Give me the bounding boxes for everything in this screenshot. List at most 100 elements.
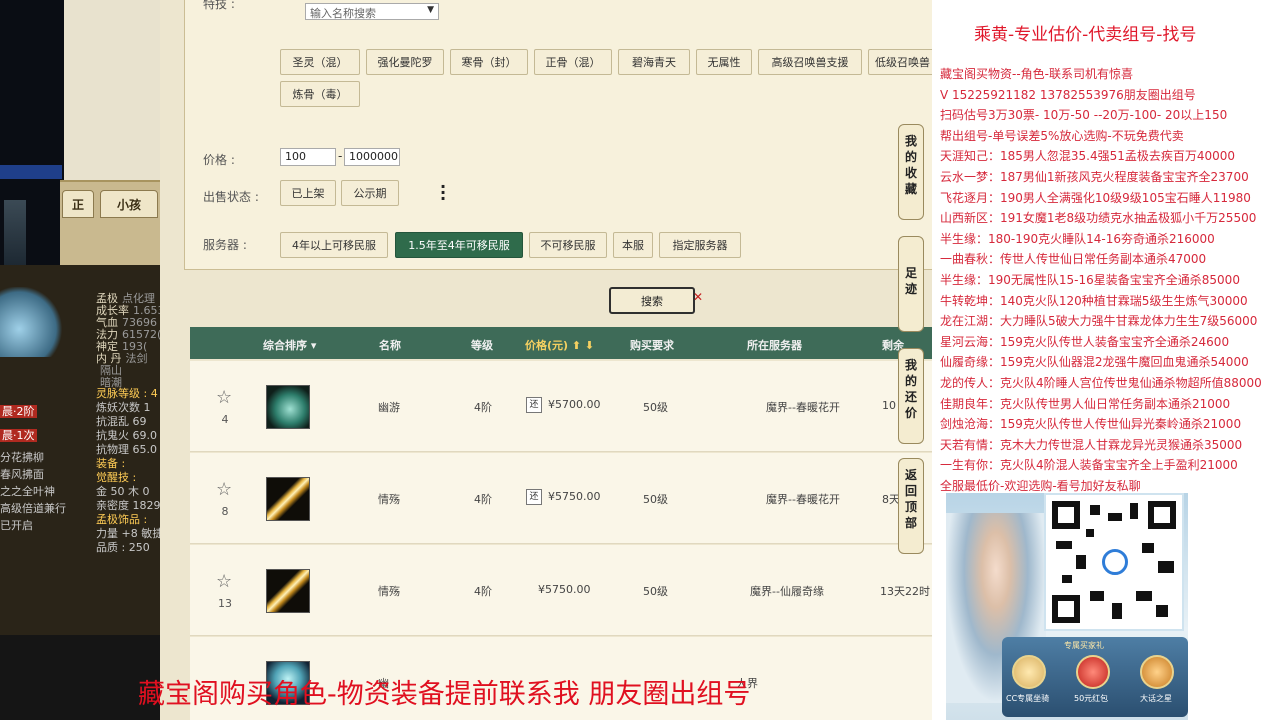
price-range-dash: - (338, 149, 343, 163)
game-tab-child[interactable]: 小孩 (100, 190, 158, 218)
header-server: 所在服务器 (747, 339, 802, 352)
side-tab-favorites[interactable]: 我的收藏 (898, 124, 924, 220)
pet-detail-line: 抗物理 65.0 (96, 443, 157, 456)
skill-button-7[interactable]: 低级召唤兽 (868, 49, 932, 75)
info-line: 帮出组号-单号误差5%放心选购-不玩免费代卖 (940, 128, 1184, 143)
price-min-input[interactable]: 100 (280, 148, 336, 166)
pet-detail-line: 亲密度 1829 (96, 499, 160, 512)
info-line: V 15225921182 13782553976朋友圈出组号 (940, 87, 1196, 102)
game-window-background (64, 0, 160, 180)
table-row[interactable]: ☆ 8 情殇 4阶 还 ¥5750.00 50级 魔界--春暖花开 8天 (190, 453, 932, 544)
favorite-count: 13 (218, 597, 232, 610)
header-name: 名称 (379, 339, 401, 352)
favorite-icon[interactable]: ☆ (216, 573, 232, 591)
skill-button-1[interactable]: 强化曼陀罗 (366, 49, 444, 75)
qr-logo-icon (1102, 549, 1128, 575)
header-level: 等级 (471, 339, 493, 352)
item-name[interactable]: 情殇 (378, 583, 400, 599)
server-button-2[interactable]: 不可移民服 (529, 232, 607, 258)
chevron-down-icon: ▼ (427, 5, 434, 15)
pet-skill: 高级倍道兼行 (0, 502, 66, 515)
table-row[interactable]: ☆ 13 情殇 4阶 ¥5750.00 50级 魔界--仙履奇缘 13天22时 (190, 545, 932, 636)
sale-notice-button[interactable]: 公示期 (341, 180, 399, 206)
item-image[interactable] (266, 569, 310, 613)
pet-detail-line: 觉醒技 : (96, 471, 137, 484)
favorite-count: 4 (221, 413, 229, 426)
skill-button-5[interactable]: 无属性 (696, 49, 752, 75)
skill-button-3[interactable]: 正骨（混） (534, 49, 612, 75)
side-tab-my-offers[interactable]: 我的还价 (898, 348, 924, 444)
table-row[interactable]: ☆ 4 幽游 4阶 还 ¥5700.00 50级 魔界--春暖花开 10 (190, 361, 932, 452)
header-sort[interactable]: 综合排序 ▾ (263, 337, 316, 353)
info-line: 扫码估号3万30票- 10万-50 --20万-100- 20以上150 (940, 108, 1228, 123)
favorite-icon[interactable]: ☆ (216, 481, 232, 499)
pet-tag-label: 晨·2阶 (0, 405, 37, 418)
market-window: 特技 : 输入名称搜索 ▼ 圣灵（混） 强化曼陀罗 寒骨（封） 正骨（混） 碧海… (160, 0, 932, 720)
search-button[interactable]: 搜索 (609, 287, 695, 314)
item-requirement: 50级 (643, 585, 668, 598)
skill-button-6[interactable]: 高级召唤兽支援 (758, 49, 862, 75)
favorite-icon[interactable]: ☆ (216, 389, 232, 407)
pet-info-panel: 孟极点化理成长率1.653气血73696法力61572(神定193(内 丹法剑隔… (0, 265, 160, 635)
item-name[interactable]: 幽游 (378, 399, 400, 415)
server-button-4[interactable]: 指定服务器 (659, 232, 741, 258)
item-price: 还 ¥5700.00 (526, 397, 601, 413)
side-tab-back-to-top-label: 返回顶部 (904, 468, 917, 530)
promo-banner: 专属买家礼 CC专属坐骑 50元红包 大话之星 (946, 493, 1188, 720)
pet-detail-line: 抗鬼火 69.0 (96, 429, 157, 442)
info-line: 飞花逐月：190男人全满强化10级9级105宝石睡人11980 (940, 190, 1251, 205)
results-table-header: 综合排序 ▾ 名称 等级 价格(元) ⬆ ⬇ 购买要求 所在服务器 剩余 (190, 327, 932, 359)
item-name[interactable]: 情殇 (378, 491, 400, 507)
item-server: 魔界--仙履奇缘 (750, 585, 824, 598)
counter-offer-icon[interactable]: 还 (526, 489, 542, 505)
server-button-3[interactable]: 本服 (613, 232, 653, 258)
server-label: 服务器 : (203, 238, 247, 252)
info-line: 龙的传人：克火队4阶睡人宫位传世鬼仙通杀物超所值88000 (940, 376, 1262, 390)
skill-button-4[interactable]: 碧海青天 (618, 49, 690, 75)
game-tab-zheng[interactable]: 正 (62, 190, 94, 218)
pet-tag: 晨·2阶 (0, 405, 37, 419)
star-icon (1140, 655, 1174, 689)
item-requirement: 50级 (643, 493, 668, 506)
more-options-icon[interactable]: · · · (440, 179, 446, 207)
info-line: 仙履奇缘：159克火队仙器混2龙强牛魔回血鬼通杀54000 (940, 355, 1249, 370)
item-server: 魔界--春暖花开 (766, 493, 840, 506)
skill-button-0[interactable]: 圣灵（混） (280, 49, 360, 75)
pet-tag-label: 晨·1次 (0, 429, 37, 442)
favorite-count: 8 (221, 505, 229, 518)
price-max-input[interactable]: 1000000 (344, 148, 400, 166)
pet-skill: 春风拂面 (0, 468, 44, 481)
counter-offer-icon[interactable]: 还 (526, 397, 542, 413)
pet-skill: 已开启 (0, 519, 33, 532)
item-remaining: 10 (882, 399, 896, 412)
info-line: 天涯知己：185男人忽混35.4强51孟极去疾百万40000 (940, 149, 1236, 164)
header-price[interactable]: 价格(元) ⬆ ⬇ (525, 337, 594, 353)
pet-detail-line: 品质 : 250 (96, 541, 150, 554)
pet-detail-line: 力量 +8 敏捷 (96, 527, 160, 540)
pet-detail-line: 抗混乱 69 (96, 415, 147, 428)
item-level: 4阶 (474, 585, 492, 598)
close-icon[interactable]: ✕ (693, 290, 703, 304)
side-tab-back-to-top[interactable]: 返回顶部 (898, 458, 924, 554)
info-line: 云水一梦：187男仙1新孩风克火程度装备宝宝齐全23700 (940, 170, 1249, 184)
game-tab-strip: 正 小孩 (60, 180, 160, 265)
server-button-1[interactable]: 1.5年至4年可移民服 (395, 232, 523, 258)
name-search-placeholder: 输入名称搜索 (310, 7, 376, 20)
promo-header: 专属买家礼 (1064, 641, 1104, 650)
red-packet-icon (1076, 655, 1110, 689)
skill-button-2[interactable]: 寒骨（封） (450, 49, 528, 75)
item-image[interactable] (266, 385, 310, 429)
pet-detail-line: 炼妖次数 1 (96, 401, 151, 414)
item-price: 还 ¥5750.00 (526, 489, 601, 505)
info-line: 全服最低价-欢迎选购-看号加好友私聊 (940, 479, 1141, 493)
sale-listed-button[interactable]: 已上架 (280, 180, 336, 206)
item-image[interactable] (266, 477, 310, 521)
side-tab-footprint[interactable]: 足迹 (898, 236, 924, 332)
pet-detail-line: 金 50 木 0 (96, 485, 150, 498)
item-remaining: 13天22时 (880, 585, 930, 598)
name-search-select[interactable]: 输入名称搜索 ▼ (305, 3, 439, 20)
skill-button-8[interactable]: 炼骨（毒） (280, 81, 360, 107)
info-line: 佳期良年：克火队传世男人仙日常任务副本通杀21000 (940, 396, 1231, 411)
server-button-0[interactable]: 4年以上可移民服 (280, 232, 388, 258)
info-line: 山西新区：191女魔1老8级功绩克水抽孟极狐小千万25500 (940, 211, 1257, 226)
